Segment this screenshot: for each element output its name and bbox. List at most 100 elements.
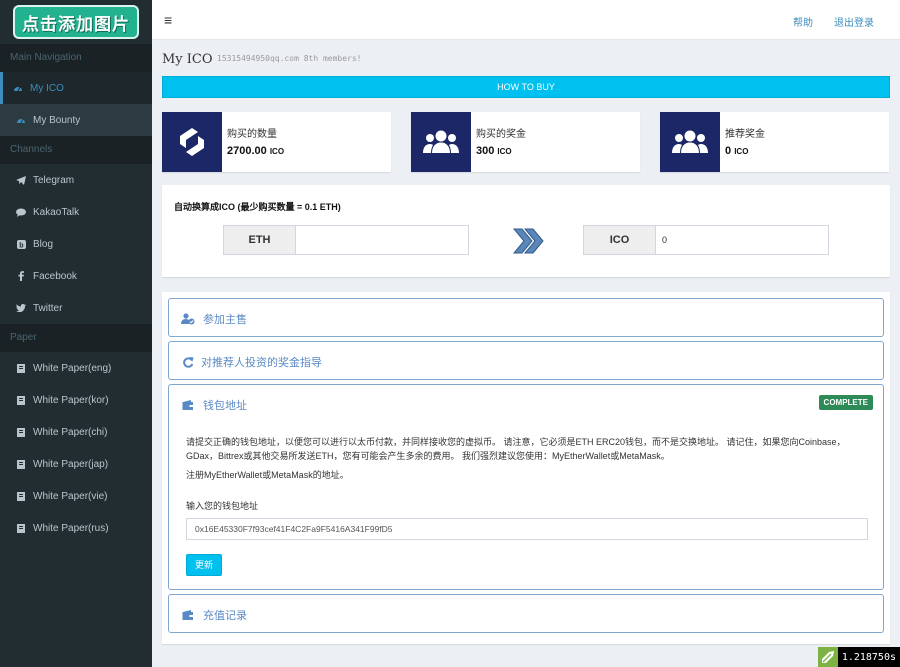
sidebar-item-paper-chi[interactable]: White Paper(chi)	[0, 416, 152, 448]
document-icon	[15, 426, 27, 438]
sidebar-item-paper-eng[interactable]: White Paper(eng)	[0, 352, 152, 384]
sidebar-item-label: White Paper(eng)	[33, 362, 112, 374]
eth-input-group: ETH	[223, 225, 469, 255]
ico-amount-output: 0	[656, 226, 828, 254]
page-title: My ICO	[162, 52, 213, 67]
sidebar: 点击添加图片 Main Navigation My ICO My Bounty …	[0, 0, 152, 667]
sidebar-item-paper-jap[interactable]: White Paper(jap)	[0, 448, 152, 480]
sidebar-item-blog[interactable]: b Blog	[0, 228, 152, 260]
nav-header-paper: Paper	[0, 324, 152, 352]
facebook-icon	[15, 270, 27, 282]
main-content: My ICO 15315494950qq.com 8th members! HO…	[152, 40, 900, 667]
top-header: ≡ 帮助 退出登录	[152, 0, 900, 40]
document-icon	[15, 522, 27, 534]
sidebar-item-label: White Paper(kor)	[33, 394, 109, 406]
accordion: 参加主售 对推荐人投资的奖金指导 钱包地址 COMPLETE 请提交正确的钱包地…	[162, 292, 890, 644]
ico-label: ICO	[584, 226, 656, 254]
sidebar-item-label: KakaoTalk	[33, 206, 80, 218]
panel-referral-bonus-guide[interactable]: 对推荐人投资的奖金指导	[168, 341, 884, 380]
logout-link[interactable]: 退出登录	[834, 14, 874, 29]
sidebar-item-facebook[interactable]: Facebook	[0, 260, 152, 292]
document-icon	[15, 394, 27, 406]
document-icon	[15, 458, 27, 470]
panel-title: 充值记录	[203, 610, 247, 622]
sidebar-item-label: White Paper(vie)	[33, 490, 108, 502]
wallet-description-line: 请提交正确的钱包地址，以便您可以进行以太币付款，并同样接收您的虚拟币。 请注意，…	[186, 437, 846, 447]
sidebar-item-label: Blog	[33, 238, 54, 250]
sidebar-item-label: My ICO	[30, 82, 64, 94]
panel-wallet-address[interactable]: 钱包地址 COMPLETE 请提交正确的钱包地址，以便您可以进行以太币付款，并同…	[168, 384, 884, 590]
dashboard-icon	[15, 114, 27, 126]
stat-value: 300 ICO	[476, 145, 526, 157]
menu-toggle-icon[interactable]: ≡	[164, 12, 172, 28]
sidebar-item-label: White Paper(rus)	[33, 522, 109, 534]
complete-badge: COMPLETE	[818, 395, 873, 410]
sidebar-item-kakaotalk[interactable]: KakaoTalk	[0, 196, 152, 228]
eth-label: ETH	[224, 226, 296, 254]
sidebar-item-label: White Paper(chi)	[33, 426, 108, 438]
panel-header[interactable]: 参加主售	[181, 311, 247, 327]
sidebar-item-label: Telegram	[33, 174, 75, 186]
dashboard-icon	[12, 82, 24, 94]
eth-amount-input[interactable]	[296, 226, 468, 254]
sidebar-item-my-ico[interactable]: My ICO	[0, 72, 152, 104]
stat-text: 购买的数量 2700.00 ICO	[227, 125, 284, 157]
wallet-icon	[181, 608, 195, 622]
exchange-icon	[162, 112, 222, 172]
sidebar-item-label: My Bounty	[33, 114, 81, 126]
sidebar-item-telegram[interactable]: Telegram	[0, 164, 152, 196]
users-icon	[411, 112, 471, 172]
stat-unit: ICO	[269, 147, 285, 156]
nav-header-main: Main Navigation	[0, 44, 152, 72]
wallet-description-line: GDax，Bittrex或其他交易所发送ETH，您有可能会产生多余的费用。 我们…	[186, 451, 670, 461]
stat-unit: ICO	[497, 147, 512, 156]
panel-title: 对推荐人投资的奖金指导	[201, 357, 322, 369]
leaf-icon	[817, 647, 838, 667]
users-icon	[660, 112, 720, 172]
sidebar-item-paper-vie[interactable]: White Paper(vie)	[0, 480, 152, 512]
wallet-note: 注册MyEtherWallet或MetaMask的地址。	[186, 470, 349, 480]
sidebar-item-label: Twitter	[33, 302, 63, 314]
panel-main-sale[interactable]: 参加主售	[168, 298, 884, 337]
stat-number: 0	[725, 145, 732, 157]
wallet-input-label: 输入您的钱包地址	[186, 501, 259, 511]
twitter-icon	[15, 302, 27, 314]
chat-icon	[15, 206, 27, 218]
document-icon	[15, 490, 27, 502]
stat-value: 2700.00 ICO	[227, 145, 284, 157]
stat-box-referral: 推荐奖金 0 ICO	[660, 112, 889, 172]
sidebar-item-twitter[interactable]: Twitter	[0, 292, 152, 324]
wallet-address-input[interactable]: 0x16E45330F7f93cef41F4C2Fa9F5416A341F99f…	[186, 518, 868, 540]
logo-area: 点击添加图片	[0, 0, 152, 44]
sidebar-item-label: Facebook	[33, 270, 77, 282]
stat-text: 购买的奖金 300 ICO	[476, 125, 526, 157]
panel-header[interactable]: 钱包地址	[181, 397, 247, 413]
stat-label: 购买的数量	[227, 129, 277, 140]
telegram-icon	[15, 174, 27, 186]
wallet-description: 请提交正确的钱包地址，以便您可以进行以太币付款，并同样接收您的虚拟币。 请注意，…	[186, 435, 846, 463]
converter-title: 自动换算成ICO (最少购买数量 = 0.1 ETH)	[174, 202, 341, 212]
panel-header[interactable]: 对推荐人投资的奖金指导	[181, 354, 322, 370]
sidebar-item-paper-kor[interactable]: White Paper(kor)	[0, 384, 152, 416]
user-check-icon	[181, 312, 195, 326]
update-button[interactable]: 更新	[186, 554, 222, 576]
stat-box-purchased: 购买的数量 2700.00 ICO	[162, 112, 391, 172]
converter-box: 自动换算成ICO (最少购买数量 = 0.1 ETH) ETH ICO 0	[162, 185, 890, 277]
stat-label: 购买的奖金	[476, 129, 526, 140]
sidebar-item-my-bounty[interactable]: My Bounty	[0, 104, 152, 136]
stat-number: 300	[476, 145, 495, 157]
panel-title: 参加主售	[203, 314, 247, 326]
sidebar-item-paper-rus[interactable]: White Paper(rus)	[0, 512, 152, 544]
add-image-logo-button[interactable]: 点击添加图片	[13, 5, 139, 39]
stat-value: 0 ICO	[725, 145, 765, 157]
panel-header[interactable]: 充值记录	[181, 607, 247, 623]
stat-box-bonus: 购买的奖金 300 ICO	[411, 112, 640, 172]
help-link[interactable]: 帮助	[793, 14, 813, 29]
how-to-buy-button[interactable]: HOW TO BUY	[162, 76, 890, 98]
panel-deposit-history[interactable]: 充值记录	[168, 594, 884, 633]
ico-output-group: ICO 0	[583, 225, 829, 255]
stat-label: 推荐奖金	[725, 129, 765, 140]
stat-text: 推荐奖金 0 ICO	[725, 125, 765, 157]
nav-header-channels: Channels	[0, 136, 152, 164]
blog-icon: b	[15, 238, 27, 250]
